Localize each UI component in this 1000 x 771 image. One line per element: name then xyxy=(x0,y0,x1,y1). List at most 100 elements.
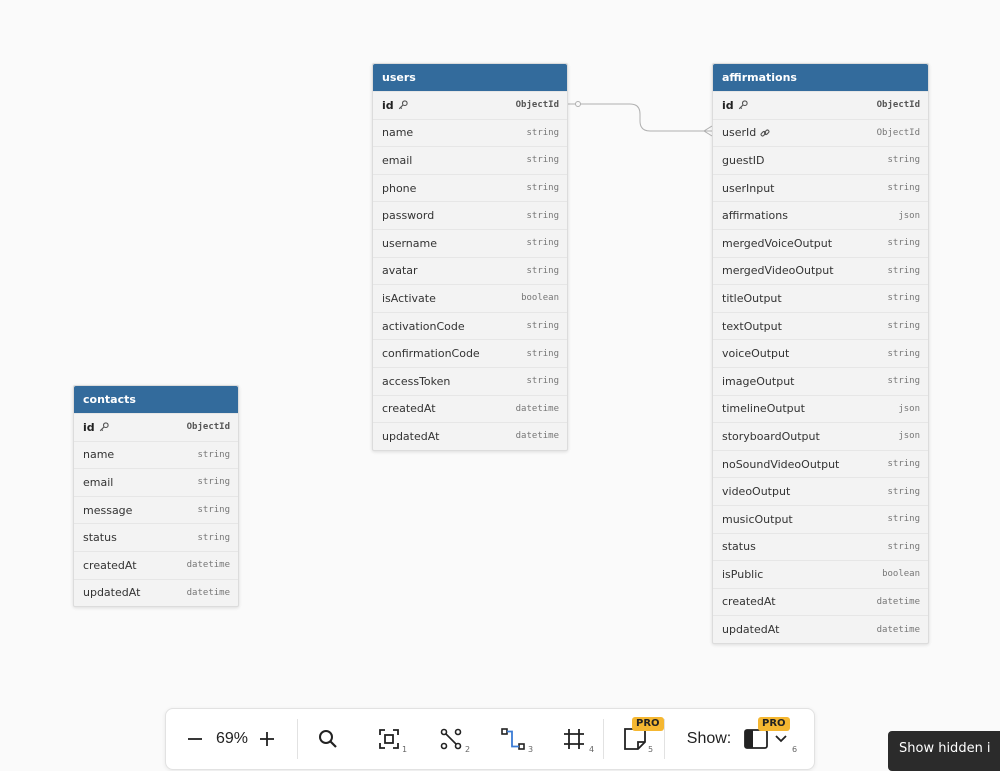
field-row[interactable]: email string xyxy=(373,146,567,174)
field-name: createdAt xyxy=(722,595,776,609)
field-name: textOutput xyxy=(722,319,782,333)
table-title[interactable]: affirmations xyxy=(713,64,928,91)
field-name-group: confirmationCode xyxy=(382,347,480,360)
field-type: string xyxy=(887,265,920,276)
field-row[interactable]: voiceOutput string xyxy=(713,339,928,367)
field-name: accessToken xyxy=(382,374,451,388)
field-name-group: affirmations xyxy=(722,209,788,222)
field-name: affirmations xyxy=(722,209,788,223)
field-type: ObjectId xyxy=(186,422,230,433)
field-name: voiceOutput xyxy=(722,347,790,361)
panel-layout-icon xyxy=(744,729,768,749)
field-row[interactable]: createdAt datetime xyxy=(74,550,238,579)
field-name: noSoundVideoOutput xyxy=(722,457,840,471)
minus-icon xyxy=(188,738,202,740)
field-row[interactable]: isActivate boolean xyxy=(373,284,567,312)
auto-arrange-button[interactable] xyxy=(439,725,463,753)
field-row[interactable]: createdAt datetime xyxy=(713,587,928,616)
search-button[interactable] xyxy=(316,725,340,753)
field-row[interactable]: password string xyxy=(373,201,567,229)
edge-style-button[interactable] xyxy=(501,725,525,753)
field-row[interactable]: mergedVideoOutput string xyxy=(713,256,928,285)
table-contacts[interactable]: contacts id ObjectId name string email string m… xyxy=(73,385,239,608)
field-name: name xyxy=(83,448,115,462)
field-row[interactable]: isPublic boolean xyxy=(713,560,928,588)
field-name-group: name xyxy=(83,448,114,461)
field-row[interactable]: message string xyxy=(74,495,238,524)
field-row[interactable]: accessToken string xyxy=(373,366,567,395)
field-row[interactable]: timelineOutput json xyxy=(713,394,928,423)
field-name: createdAt xyxy=(382,402,436,416)
field-row[interactable]: mergedVoiceOutput string xyxy=(713,228,928,257)
pro-badge: PRO xyxy=(758,717,790,731)
field-row[interactable]: videoOutput string xyxy=(713,477,928,505)
field-name-group: videoOutput xyxy=(722,485,790,498)
field-type: datetime xyxy=(876,624,920,635)
field-row[interactable]: status string xyxy=(713,532,928,561)
field-type: string xyxy=(526,155,559,166)
field-row[interactable]: username string xyxy=(373,228,567,257)
field-type: string xyxy=(197,532,230,543)
field-name: status xyxy=(83,531,117,545)
field-row[interactable]: status string xyxy=(74,523,238,551)
field-row[interactable]: updatedAt datetime xyxy=(74,578,238,607)
field-row[interactable]: storyboardOutput json xyxy=(713,422,928,450)
field-name: message xyxy=(83,503,133,517)
field-name: email xyxy=(83,475,114,489)
field-row[interactable]: affirmations json xyxy=(713,201,928,229)
field-type: string xyxy=(887,459,920,470)
field-type: string xyxy=(197,477,230,488)
table-users[interactable]: users id ObjectId name string email string phon… xyxy=(372,63,568,451)
field-name-group: mergedVoiceOutput xyxy=(722,237,832,250)
field-row[interactable]: createdAt datetime xyxy=(373,394,567,423)
field-row[interactable]: avatar string xyxy=(373,256,567,285)
field-row[interactable]: musicOutput string xyxy=(713,504,928,533)
toolbar-divider xyxy=(297,719,298,759)
field-name: guestID xyxy=(722,153,765,167)
field-row[interactable]: updatedAt datetime xyxy=(713,615,928,643)
pro-badge: PRO xyxy=(632,717,664,731)
field-row[interactable]: confirmationCode string xyxy=(373,339,567,367)
field-name-group: timelineOutput xyxy=(722,402,805,415)
field-row[interactable]: userId ObjectId xyxy=(713,118,928,147)
field-row[interactable]: updatedAt datetime xyxy=(373,422,567,450)
field-name-group: storyboardOutput xyxy=(722,430,820,443)
field-type: string xyxy=(887,348,920,359)
field-type: string xyxy=(887,486,920,497)
show-label: Show: xyxy=(686,730,732,747)
field-row[interactable]: imageOutput string xyxy=(713,366,928,395)
field-row[interactable]: noSoundVideoOutput string xyxy=(713,449,928,478)
table-title[interactable]: users xyxy=(373,64,567,91)
field-row[interactable]: email string xyxy=(74,468,238,496)
table-affirmations[interactable]: affirmations id ObjectId userId ObjectId gues… xyxy=(712,63,929,644)
key-icon xyxy=(99,422,109,432)
field-row[interactable]: activationCode string xyxy=(373,311,567,340)
field-row[interactable]: id ObjectId xyxy=(74,413,238,441)
field-name-group: musicOutput xyxy=(722,513,793,526)
field-name: avatar xyxy=(382,264,418,278)
field-row[interactable]: guestID string xyxy=(713,146,928,174)
zoom-out-button[interactable] xyxy=(184,725,206,753)
field-row[interactable]: id ObjectId xyxy=(713,91,928,119)
field-row[interactable]: userInput string xyxy=(713,173,928,202)
zoom-in-button[interactable] xyxy=(256,725,278,753)
field-row[interactable]: name string xyxy=(373,118,567,147)
field-type: string xyxy=(887,293,920,304)
field-name-group: phone xyxy=(382,182,416,195)
diagram-canvas[interactable]: users id ObjectId name string email string phon… xyxy=(0,0,1000,750)
field-row[interactable]: phone string xyxy=(373,173,567,202)
field-type: ObjectId xyxy=(876,100,920,111)
field-name-group: email xyxy=(83,476,113,489)
plus-icon xyxy=(260,732,274,746)
fit-view-button[interactable] xyxy=(377,725,401,753)
field-row[interactable]: titleOutput string xyxy=(713,284,928,312)
field-row[interactable]: textOutput string xyxy=(713,311,928,340)
field-row[interactable]: id ObjectId xyxy=(373,91,567,119)
field-name-group: username xyxy=(382,237,437,250)
field-row[interactable]: name string xyxy=(74,440,238,469)
relation-line xyxy=(567,103,712,132)
grid-button[interactable] xyxy=(562,725,586,753)
chevron-down-icon xyxy=(775,735,787,743)
table-title[interactable]: contacts xyxy=(74,386,238,413)
tooltip: Show hidden i xyxy=(888,731,1000,771)
